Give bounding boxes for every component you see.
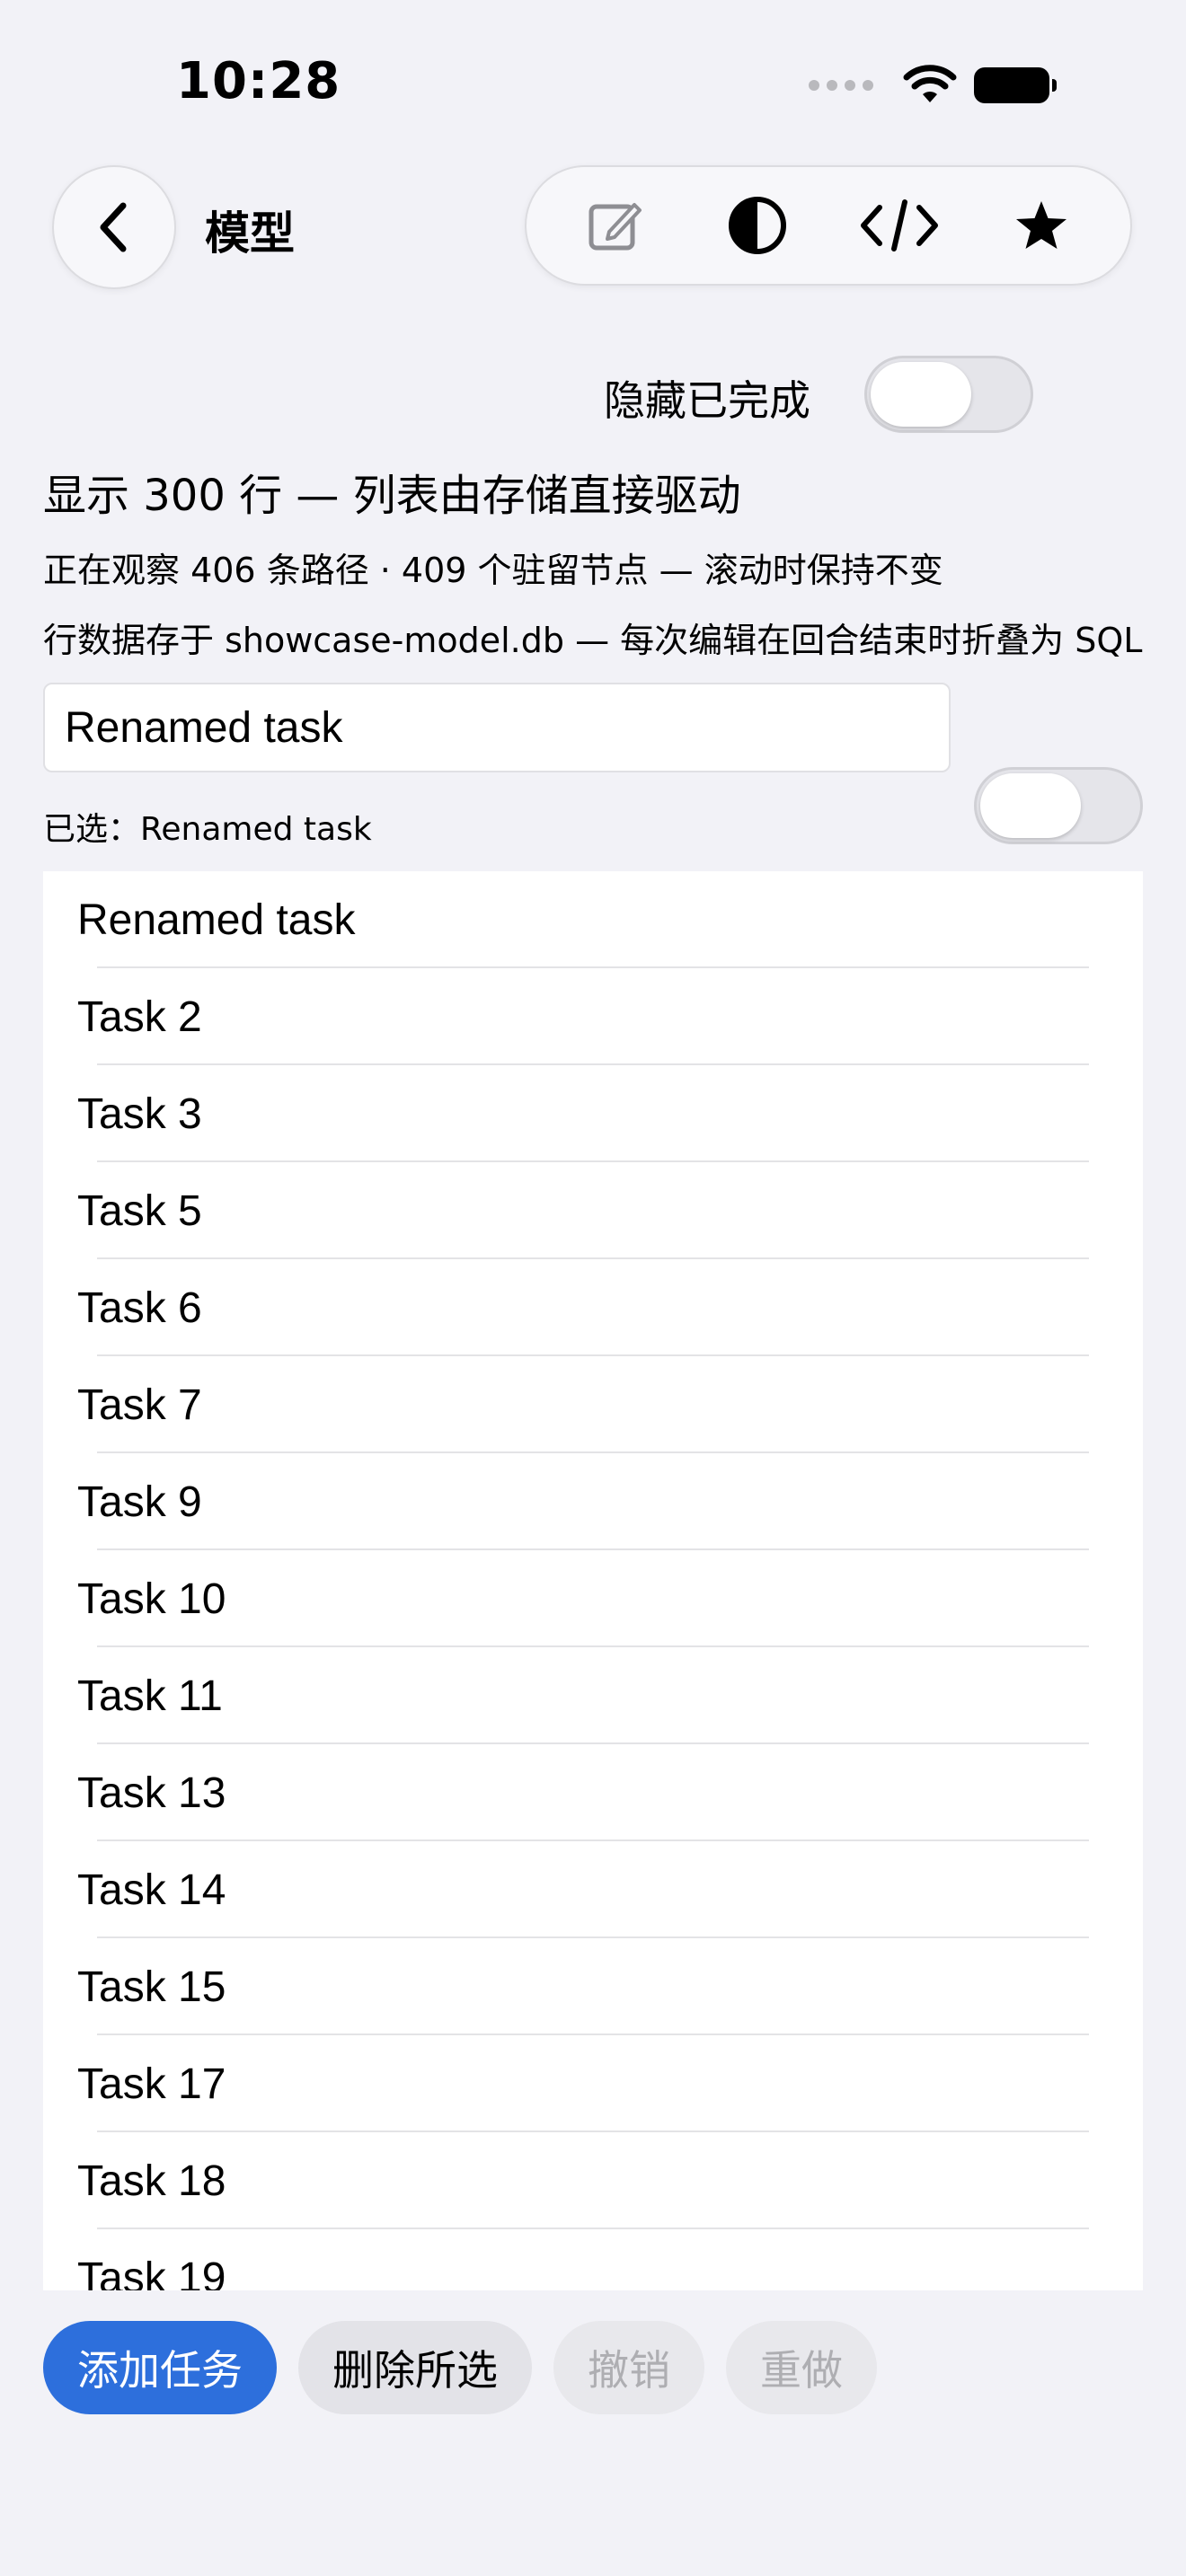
task-list[interactable]: Renamed task Task 2 Task 3 Task 5 Task 6… xyxy=(43,871,1143,2290)
add-task-button[interactable]: 添加任务 xyxy=(43,2321,277,2414)
list-item[interactable]: Task 18 xyxy=(43,2132,1143,2229)
chevron-left-icon xyxy=(100,202,127,252)
code-button[interactable] xyxy=(856,182,943,269)
code-icon xyxy=(861,199,938,251)
storage-info: 行数据存于 showcase-model.db — 每次编辑在回合结束时折叠为 … xyxy=(43,621,1143,660)
task-name-input[interactable] xyxy=(43,683,951,772)
row-count-summary: 显示 300 行 — 列表由存储直接驱动 xyxy=(43,471,741,521)
list-item[interactable]: Task 6 xyxy=(43,1259,1143,1356)
wifi-icon xyxy=(903,65,957,102)
list-item[interactable]: Task 13 xyxy=(43,1744,1143,1841)
hide-completed-toggle[interactable] xyxy=(864,356,1033,433)
list-item[interactable]: Task 19 xyxy=(43,2229,1143,2291)
signal-dots-icon xyxy=(809,80,873,91)
observing-info: 正在观察 406 条路径 · 409 个驻留节点 — 滚动时保持不变 xyxy=(43,551,943,590)
toolbar xyxy=(525,165,1132,286)
list-item[interactable]: Task 15 xyxy=(43,1938,1143,2035)
list-item[interactable]: Task 17 xyxy=(43,2035,1143,2132)
list-item[interactable]: Task 7 xyxy=(43,1356,1143,1453)
delete-selected-button[interactable]: 删除所选 xyxy=(298,2321,532,2414)
toggle-knob xyxy=(871,362,971,427)
redo-button[interactable]: 重做 xyxy=(726,2321,877,2414)
hide-completed-label: 隐藏已完成 xyxy=(604,376,810,425)
favorite-button[interactable] xyxy=(998,182,1084,269)
list-item[interactable]: Task 10 xyxy=(43,1550,1143,1647)
list-item[interactable]: Task 11 xyxy=(43,1647,1143,1744)
selected-label: 已选：Renamed task xyxy=(43,811,372,848)
list-item[interactable]: Renamed task xyxy=(43,871,1143,968)
list-item[interactable]: Task 9 xyxy=(43,1453,1143,1550)
list-item[interactable]: Task 3 xyxy=(43,1065,1143,1162)
toggle-knob xyxy=(980,773,1081,838)
action-bar: 添加任务 删除所选 撤销 重做 xyxy=(43,2321,877,2414)
back-button[interactable] xyxy=(52,165,176,289)
task-done-toggle[interactable] xyxy=(974,767,1143,844)
list-item[interactable]: Task 14 xyxy=(43,1841,1143,1938)
star-icon xyxy=(1016,201,1067,249)
status-time: 10:28 xyxy=(176,52,341,110)
battery-icon xyxy=(974,67,1057,103)
compose-icon xyxy=(589,203,642,251)
contrast-icon xyxy=(729,197,786,254)
list-item[interactable]: Task 2 xyxy=(43,968,1143,1065)
list-item[interactable]: Task 5 xyxy=(43,1162,1143,1259)
status-icons xyxy=(809,63,1057,108)
undo-button[interactable]: 撤销 xyxy=(553,2321,704,2414)
compose-button[interactable] xyxy=(572,182,659,269)
page-title: 模型 xyxy=(205,207,295,260)
contrast-button[interactable] xyxy=(714,182,801,269)
